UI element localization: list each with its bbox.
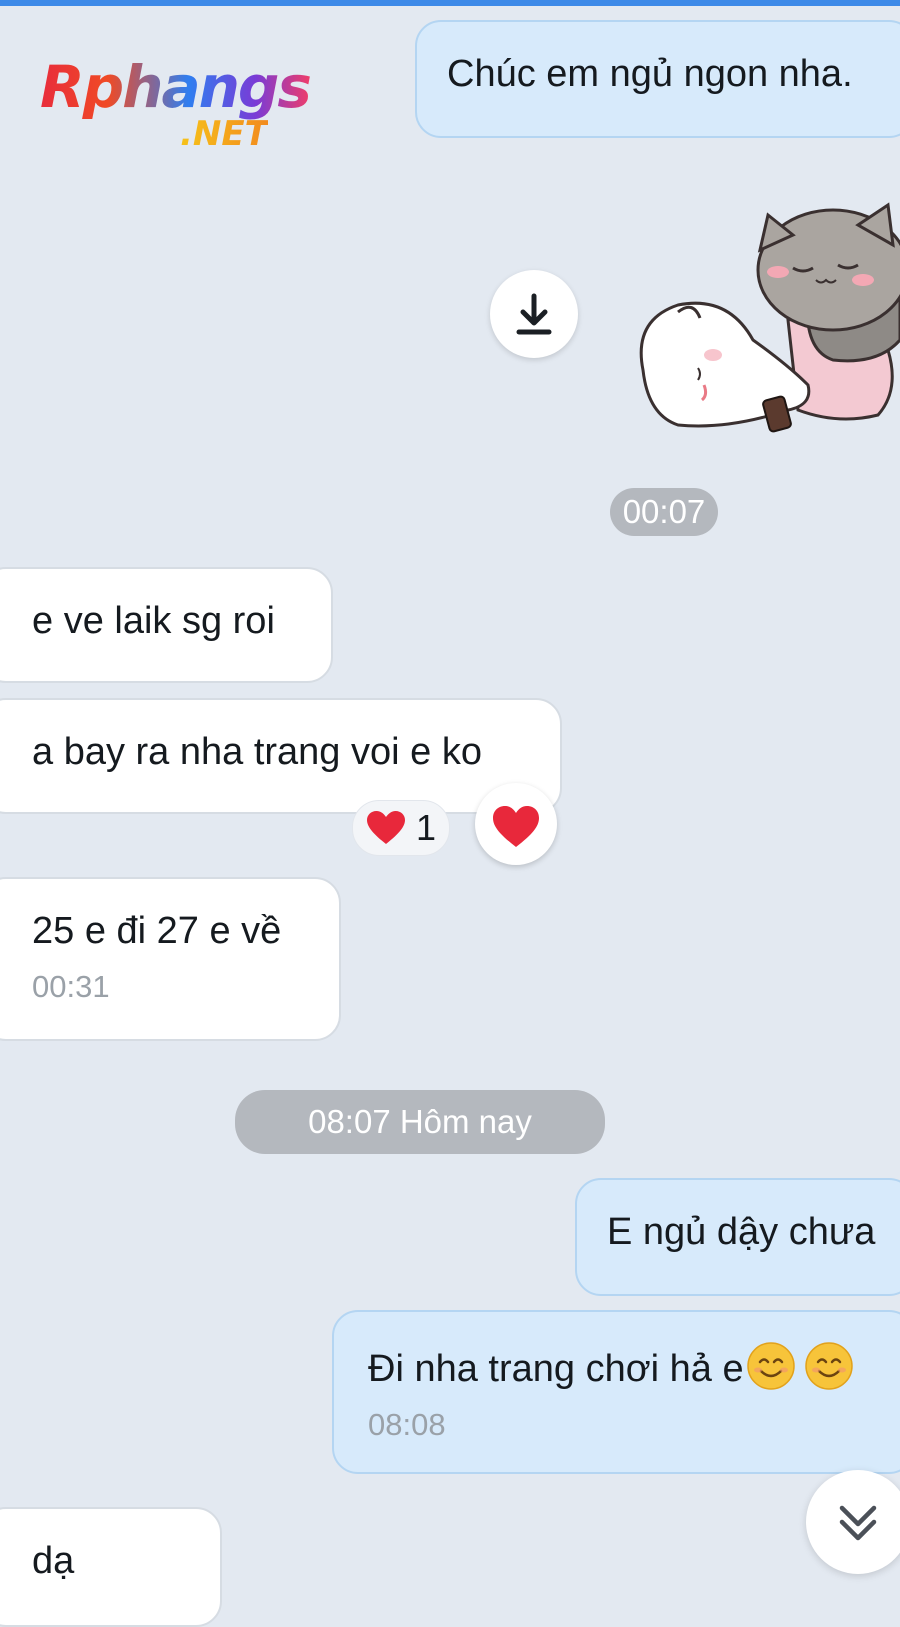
watermark-domain: .NET <box>180 114 268 154</box>
message-bubble-incoming[interactable]: dạ <box>0 1507 222 1627</box>
message-time-pill: 00:07 <box>610 488 718 536</box>
message-bubble-outgoing[interactable]: E ngủ dậy chưa <box>575 1178 900 1296</box>
reaction-count-badge[interactable]: 1 <box>352 800 450 856</box>
date-divider: 08:07 Hôm nay <box>235 1090 605 1154</box>
top-accent-bar <box>0 0 900 6</box>
message-text: e ve laik sg roi <box>32 600 275 642</box>
scroll-to-bottom-button[interactable] <box>806 1470 900 1574</box>
message-bubble-outgoing[interactable]: Đi nha trang chơi hả e 08:08 <box>332 1310 900 1474</box>
message-bubble-incoming[interactable]: e ve laik sg roi <box>0 567 333 683</box>
red-heart-icon <box>493 806 539 847</box>
message-text: Đi nha trang chơi hả e <box>368 1348 744 1390</box>
sleeping-cats-sticker[interactable] <box>638 200 900 450</box>
red-heart-icon <box>366 811 405 844</box>
message-time: 00:31 <box>32 969 110 1004</box>
watermark-brand: Rphangs <box>40 53 312 121</box>
download-icon <box>516 293 552 335</box>
smiling-face-icon <box>804 1342 853 1390</box>
message-text: Chúc em ngủ ngon nha. <box>447 53 853 95</box>
download-button[interactable] <box>490 270 578 358</box>
message-bubble-outgoing[interactable]: Chúc em ngủ ngon nha. <box>415 20 900 138</box>
reaction-count: 1 <box>415 807 437 848</box>
smiling-face-icon <box>746 1342 795 1390</box>
message-time: 08:08 <box>368 1407 446 1442</box>
react-button[interactable] <box>475 783 557 865</box>
watermark-logo: Rphangs .NET <box>40 52 330 162</box>
message-text: E ngủ dậy chưa <box>607 1211 876 1253</box>
double-chevron-down-icon <box>839 1505 877 1541</box>
message-text: 25 e đi 27 e về <box>32 910 282 952</box>
message-text: a bay ra nha trang voi e ko <box>32 731 482 773</box>
message-text: dạ <box>32 1540 75 1582</box>
message-bubble-incoming[interactable]: 25 e đi 27 e về 00:31 <box>0 877 341 1041</box>
